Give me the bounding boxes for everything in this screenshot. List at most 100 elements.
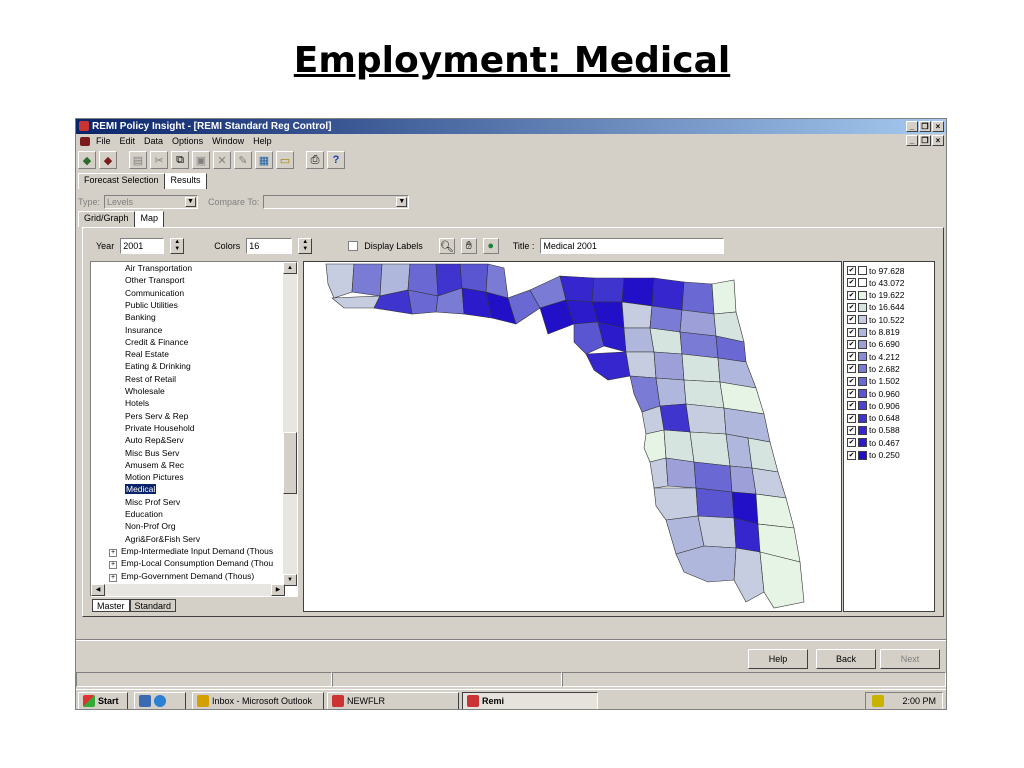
- legend-checkbox[interactable]: ✔: [847, 278, 856, 288]
- legend-checkbox[interactable]: ✔: [847, 327, 856, 337]
- task-newflr[interactable]: NEWFLR: [327, 691, 459, 709]
- expand-icon[interactable]: +: [109, 573, 117, 582]
- county[interactable]: [649, 327, 683, 355]
- legend-checkbox[interactable]: ✔: [847, 352, 856, 362]
- county[interactable]: [621, 301, 653, 329]
- tree-group[interactable]: + Emp-Government Demand (Thous): [109, 570, 254, 582]
- chart-icon[interactable]: ▦: [255, 151, 273, 169]
- tree-item[interactable]: Eating & Drinking: [125, 360, 191, 372]
- mdi-minimize-button[interactable]: _: [906, 135, 918, 146]
- pin-icon[interactable]: ✎: [234, 151, 252, 169]
- county[interactable]: [693, 461, 733, 493]
- tree-item[interactable]: Motion Pictures: [125, 471, 184, 483]
- tree-horizontal-scrollbar[interactable]: ◀ ▶: [91, 584, 285, 596]
- county[interactable]: [711, 279, 737, 315]
- tree-item[interactable]: Misc Bus Serv: [125, 447, 179, 459]
- tab-results[interactable]: Results: [164, 173, 207, 189]
- minimize-button[interactable]: _: [906, 121, 918, 132]
- title-input[interactable]: Medical 2001: [540, 238, 725, 254]
- tree-item[interactable]: Other Transport: [125, 274, 185, 286]
- zoom-icon[interactable]: 🔍︎: [438, 238, 455, 254]
- county[interactable]: [675, 545, 737, 583]
- chevron-down-icon[interactable]: ▼: [185, 197, 197, 207]
- scroll-up-icon[interactable]: ▲: [283, 262, 297, 274]
- mdi-close-button[interactable]: ×: [932, 135, 944, 146]
- tab-map[interactable]: Map: [134, 211, 165, 227]
- cut-icon[interactable]: ✂: [150, 151, 168, 169]
- county[interactable]: [459, 263, 489, 293]
- globe-icon[interactable]: ●: [482, 238, 499, 254]
- county[interactable]: [585, 351, 631, 381]
- tree-item[interactable]: Misc Prof Serv: [125, 496, 180, 508]
- tree-item[interactable]: Auto Rep&Serv: [125, 434, 184, 446]
- expand-icon[interactable]: +: [109, 561, 117, 570]
- legend-checkbox[interactable]: ✔: [847, 401, 856, 411]
- county[interactable]: [629, 375, 661, 413]
- choropleth-map[interactable]: [303, 261, 842, 612]
- legend-checkbox[interactable]: ✔: [847, 339, 856, 349]
- tree-item[interactable]: Credit & Finance: [125, 336, 188, 348]
- county[interactable]: [651, 277, 685, 311]
- scroll-right-icon[interactable]: ▶: [271, 584, 285, 596]
- legend-checkbox[interactable]: ✔: [847, 302, 856, 312]
- task-outlook[interactable]: Inbox - Microsoft Outlook: [192, 691, 324, 709]
- county[interactable]: [655, 377, 687, 407]
- legend-checkbox[interactable]: ✔: [847, 389, 856, 398]
- scroll-thumb[interactable]: [283, 432, 297, 494]
- menu-window[interactable]: Window: [212, 136, 244, 146]
- tab-standard[interactable]: Standard: [129, 599, 177, 612]
- save-icon[interactable]: ◆: [99, 151, 117, 169]
- print-preview-icon[interactable]: ▤: [129, 151, 147, 169]
- county[interactable]: [679, 331, 719, 359]
- county[interactable]: [683, 379, 725, 409]
- county[interactable]: [653, 487, 699, 521]
- menu-file[interactable]: File: [96, 136, 111, 146]
- tree-item[interactable]: Private Household: [125, 422, 194, 434]
- county[interactable]: [623, 327, 655, 353]
- legend-checkbox[interactable]: ✔: [847, 364, 856, 374]
- legend-checkbox[interactable]: ✔: [847, 438, 856, 448]
- county[interactable]: [331, 295, 381, 309]
- county[interactable]: [591, 277, 625, 303]
- tree-item[interactable]: Agri&For&Fish Serv: [125, 533, 200, 545]
- tree-item[interactable]: Real Estate: [125, 348, 169, 360]
- menu-help[interactable]: Help: [253, 136, 272, 146]
- copy-icon[interactable]: ⧉: [171, 151, 189, 169]
- table-icon[interactable]: ▭: [276, 151, 294, 169]
- title-bar[interactable]: REMI Policy Insight - [REMI Standard Reg…: [76, 119, 946, 134]
- legend-checkbox[interactable]: ✔: [847, 450, 856, 460]
- menu-options[interactable]: Options: [172, 136, 203, 146]
- county[interactable]: [681, 281, 715, 315]
- tree-item[interactable]: Pers Serv & Rep: [125, 410, 188, 422]
- county[interactable]: [621, 277, 655, 307]
- county[interactable]: [681, 353, 721, 383]
- county[interactable]: [351, 263, 383, 297]
- county[interactable]: [733, 547, 765, 603]
- tree-item[interactable]: Rest of Retail: [125, 373, 176, 385]
- paste-icon[interactable]: ▣: [192, 151, 210, 169]
- legend-checkbox[interactable]: ✔: [847, 290, 856, 300]
- county[interactable]: [697, 515, 737, 549]
- scroll-down-icon[interactable]: ▼: [283, 574, 297, 586]
- printer-icon[interactable]: ⎙: [306, 151, 324, 169]
- next-button[interactable]: Next: [880, 649, 940, 669]
- menu-data[interactable]: Data: [144, 136, 163, 146]
- ie-icon[interactable]: [154, 694, 166, 707]
- tree-item[interactable]: Non-Prof Org: [125, 520, 176, 532]
- legend-checkbox[interactable]: ✔: [847, 315, 856, 325]
- tree-item[interactable]: Banking: [125, 311, 156, 323]
- expand-icon[interactable]: +: [109, 548, 117, 557]
- tree-item[interactable]: Amusem & Rec: [125, 459, 184, 471]
- tree-item[interactable]: Communication: [125, 287, 184, 299]
- county[interactable]: [751, 467, 787, 499]
- open-icon[interactable]: ◆: [78, 151, 96, 169]
- tree-item[interactable]: Education: [125, 508, 163, 520]
- delete-icon[interactable]: ✕: [213, 151, 231, 169]
- tree-group[interactable]: + Emp-Intermediate Input Demand (Thous: [109, 545, 273, 557]
- county[interactable]: [665, 457, 697, 489]
- county[interactable]: [689, 431, 731, 467]
- tab-forecast-selection[interactable]: Forecast Selection: [78, 173, 165, 189]
- compare-select[interactable]: ▼: [263, 195, 410, 209]
- tray-icon[interactable]: [872, 695, 884, 707]
- help-icon[interactable]: ?: [327, 151, 345, 169]
